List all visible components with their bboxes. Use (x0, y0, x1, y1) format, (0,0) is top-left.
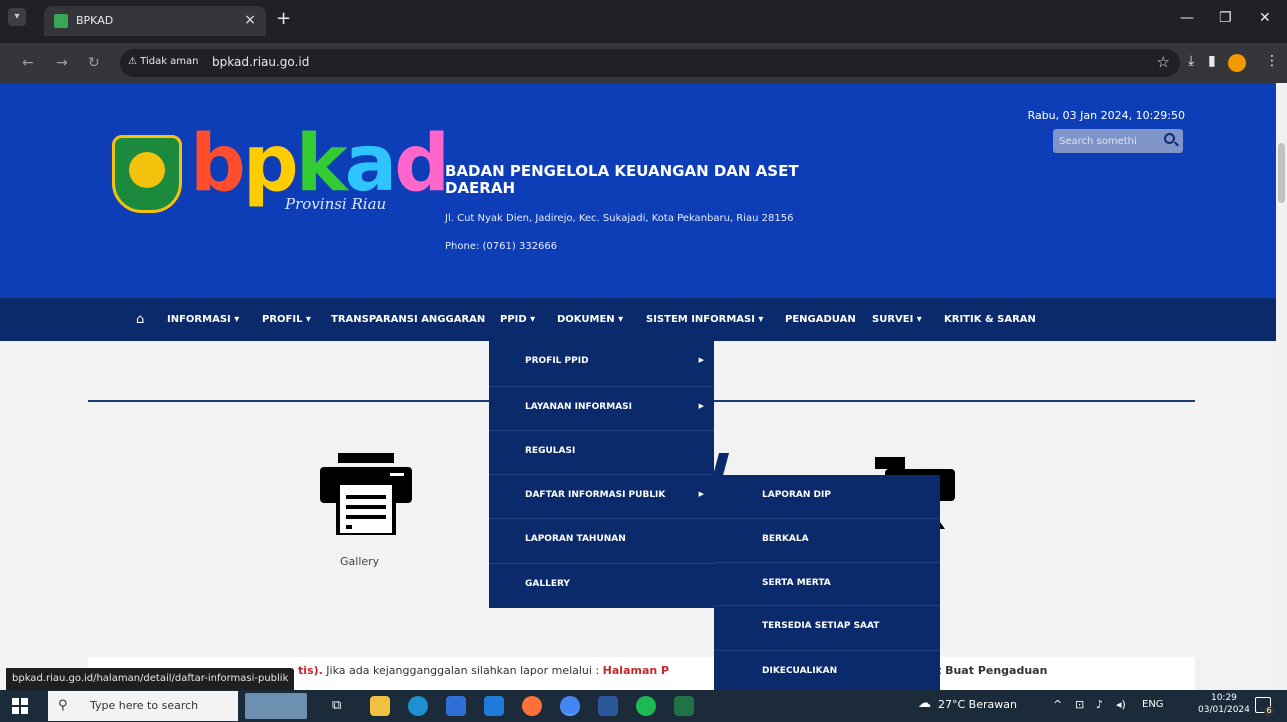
site-header: bpkad Provinsi Riau BADAN PENGELOLA KEUA… (0, 83, 1276, 298)
spotify-icon[interactable] (636, 696, 656, 716)
download-icon[interactable]: ⤓ (1188, 53, 1194, 69)
taskbar-search[interactable]: ⚲ Type here to search (48, 691, 238, 721)
security-warning[interactable]: ⚠ Tidak aman (128, 56, 199, 67)
submenu-arrow-icon: ▶ (698, 356, 704, 364)
url-text[interactable]: bpkad.riau.go.id (212, 55, 309, 69)
menu-item-profil-ppid[interactable]: PROFIL PPID ▶ (489, 341, 714, 387)
organization-address: Jl. Cut Nyak Dien, Jadirejo, Kec. Sukaja… (445, 213, 794, 224)
menu-item-regulasi[interactable]: REGULASI (489, 431, 714, 475)
search-icon: ⚲ (58, 698, 68, 713)
search-highlight-image[interactable] (245, 693, 307, 719)
excel-icon[interactable] (674, 696, 694, 716)
nav-pengaduan[interactable]: PENGADUAN (785, 298, 856, 341)
system-clock[interactable]: 10:29 03/01/2024 (1198, 693, 1250, 716)
submenu-arrow-icon: ▶ (698, 402, 704, 410)
menu-item-serta-merta[interactable]: SERTA MERTA (714, 563, 940, 606)
page-scrollbar[interactable] (1276, 83, 1287, 690)
dip-submenu: LAPORAN DIP BERKALA SERTA MERTA TERSEDIA… (714, 475, 940, 690)
back-icon[interactable]: ← (22, 55, 34, 71)
weather-text[interactable]: 27°C Berawan (938, 698, 1017, 711)
riau-emblem-icon[interactable] (112, 135, 182, 213)
store-icon[interactable] (446, 696, 466, 716)
search-icon[interactable] (1164, 133, 1175, 144)
menu-kebab-icon[interactable]: ⋮ (1265, 53, 1279, 69)
address-bar[interactable]: ⚠ Tidak aman bpkad.riau.go.id ☆ (120, 49, 1180, 77)
tab-close-icon[interactable]: × (244, 12, 256, 28)
current-datetime: Rabu, 03 Jan 2024, 10:29:50 (1027, 109, 1185, 122)
weather-cloud-icon[interactable]: ☁ (918, 696, 931, 711)
notification-center-icon[interactable]: 6 (1255, 697, 1274, 716)
notification-count: 6 (1264, 706, 1274, 716)
logo-subtitle: Provinsi Riau (285, 195, 387, 213)
taskbar-search-text: Type here to search (90, 699, 199, 712)
menu-item-layanan-informasi[interactable]: LAYANAN INFORMASI ▶ (489, 387, 714, 431)
menu-item-dikecualikan[interactable]: DIKECUALIKAN (714, 651, 940, 690)
site-favicon-icon (54, 14, 68, 28)
menu-item-berkala[interactable]: BERKALA (714, 519, 940, 563)
firefox-icon[interactable] (522, 696, 542, 716)
web-page: bpkad Provinsi Riau BADAN PENGELOLA KEUA… (0, 83, 1276, 690)
word-icon[interactable] (598, 696, 618, 716)
notice-text: tis). Jika ada kejangganggalan silahkan … (298, 664, 670, 677)
new-tab-icon[interactable]: + (276, 8, 291, 29)
reload-icon[interactable]: ↻ (88, 55, 100, 71)
browser-toolbar: ← → ↻ ⚠ Tidak aman bpkad.riau.go.id ☆ ⤓ … (0, 43, 1287, 83)
nav-sistem-informasi[interactable]: SISTEM INFORMASI ▾ (646, 298, 763, 341)
file-explorer-icon[interactable] (370, 696, 390, 716)
clock-date: 03/01/2024 (1198, 704, 1250, 715)
create-complaint-link[interactable]: t Buat Pengaduan (936, 664, 1047, 677)
language-indicator[interactable]: ENG (1142, 699, 1164, 710)
speaker-icon[interactable]: ◂) (1116, 698, 1126, 711)
scroll-thumb[interactable] (1278, 143, 1285, 203)
browser-tab[interactable]: BPKAD × (44, 6, 266, 36)
tab-title: BPKAD (76, 14, 114, 27)
tray-chevron-icon[interactable]: ^ (1053, 698, 1062, 711)
nav-transparansi-anggaran[interactable]: TRANSPARANSI ANGGARAN (331, 298, 485, 341)
gallery-label[interactable]: Gallery (340, 555, 379, 568)
nav-dokumen[interactable]: DOKUMEN ▾ (557, 298, 623, 341)
edge-icon[interactable] (408, 696, 428, 716)
search-input[interactable] (1059, 132, 1157, 150)
side-panel-icon[interactable]: ▮ (1208, 53, 1216, 69)
nav-survei[interactable]: SURVEI ▾ (872, 298, 922, 341)
nav-informasi[interactable]: INFORMASI ▾ (167, 298, 239, 341)
minimize-icon[interactable]: — (1180, 10, 1194, 26)
submenu-arrow-icon: ▶ (698, 490, 704, 498)
volume-icon[interactable]: ♪ (1096, 698, 1103, 711)
network-icon[interactable]: ⊡ (1075, 698, 1084, 711)
profile-avatar-icon[interactable] (1228, 54, 1246, 72)
site-search (1053, 129, 1183, 153)
tab-search-dropdown[interactable]: ▾ (8, 8, 26, 26)
restore-icon[interactable]: ❐ (1219, 10, 1232, 26)
menu-item-tersedia-setiap-saat[interactable]: TERSEDIA SETIAP SAAT (714, 606, 940, 651)
nav-kritik-saran[interactable]: KRITIK & SARAN (944, 298, 1036, 341)
browser-tab-bar: ▾ BPKAD × + — ❐ ✕ (0, 0, 1287, 43)
bookmark-star-icon[interactable]: ☆ (1157, 53, 1170, 71)
bpkad-logo[interactable]: bpkad (190, 125, 450, 203)
menu-item-gallery[interactable]: GALLERY (489, 564, 714, 608)
menu-item-laporan-tahunan[interactable]: LAPORAN TAHUNAN (489, 519, 714, 564)
organization-name: BADAN PENGELOLA KEUANGAN DAN ASET DAERAH (445, 162, 799, 197)
home-icon[interactable]: ⌂ (136, 312, 144, 327)
main-navigation: ⌂ INFORMASI ▾ PROFIL ▾ TRANSPARANSI ANGG… (0, 298, 1276, 341)
clock-time: 10:29 (1210, 693, 1237, 703)
menu-item-daftar-informasi-publik[interactable]: DAFTAR INFORMASI PUBLIK ▶ (489, 475, 714, 519)
mail-icon[interactable] (484, 696, 504, 716)
complaint-page-link[interactable]: Halaman P (603, 664, 669, 677)
organization-phone: Phone: (0761) 332666 (445, 241, 558, 252)
nav-profil[interactable]: PROFIL ▾ (262, 298, 311, 341)
windows-taskbar: ⚲ Type here to search ⧉ ☁ 27°C Berawan ^… (0, 690, 1287, 722)
chrome-icon[interactable] (560, 696, 580, 716)
close-window-icon[interactable]: ✕ (1259, 10, 1271, 26)
task-view-icon[interactable]: ⧉ (332, 698, 341, 713)
link-status-url: bpkad.riau.go.id/halaman/detail/daftar-i… (6, 668, 295, 690)
ppid-dropdown-menu: PROFIL PPID ▶ LAYANAN INFORMASI ▶ REGULASI… (489, 341, 714, 608)
forward-icon[interactable]: → (56, 55, 68, 71)
nav-ppid[interactable]: PPID ▾ (489, 298, 547, 341)
menu-item-laporan-dip[interactable]: LAPORAN DIP (714, 475, 940, 519)
printer-icon[interactable] (320, 453, 412, 535)
windows-start-icon[interactable] (12, 698, 28, 714)
